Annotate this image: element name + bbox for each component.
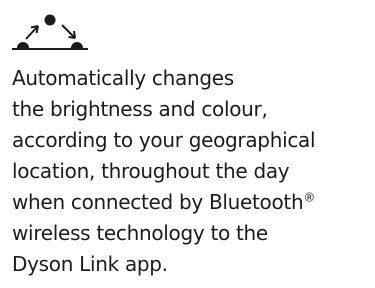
description-line-text: when connected by Bluetooth: [12, 190, 304, 214]
feature-description: Automatically changes the brightness and…: [12, 63, 372, 280]
registered-trademark: ®: [303, 190, 316, 205]
description-line: Dyson Link app.: [12, 252, 168, 276]
description-line: according to your geographical: [12, 128, 316, 152]
description-line-bluetooth: when connected by Bluetooth®: [12, 187, 372, 218]
description-line: Automatically changes: [12, 66, 234, 90]
description-line: wireless technology to the: [12, 221, 268, 245]
description-line: the brightness and colour,: [12, 97, 268, 121]
sun-arc-icon: [10, 8, 90, 56]
description-line: location, throughout the day: [12, 159, 290, 183]
